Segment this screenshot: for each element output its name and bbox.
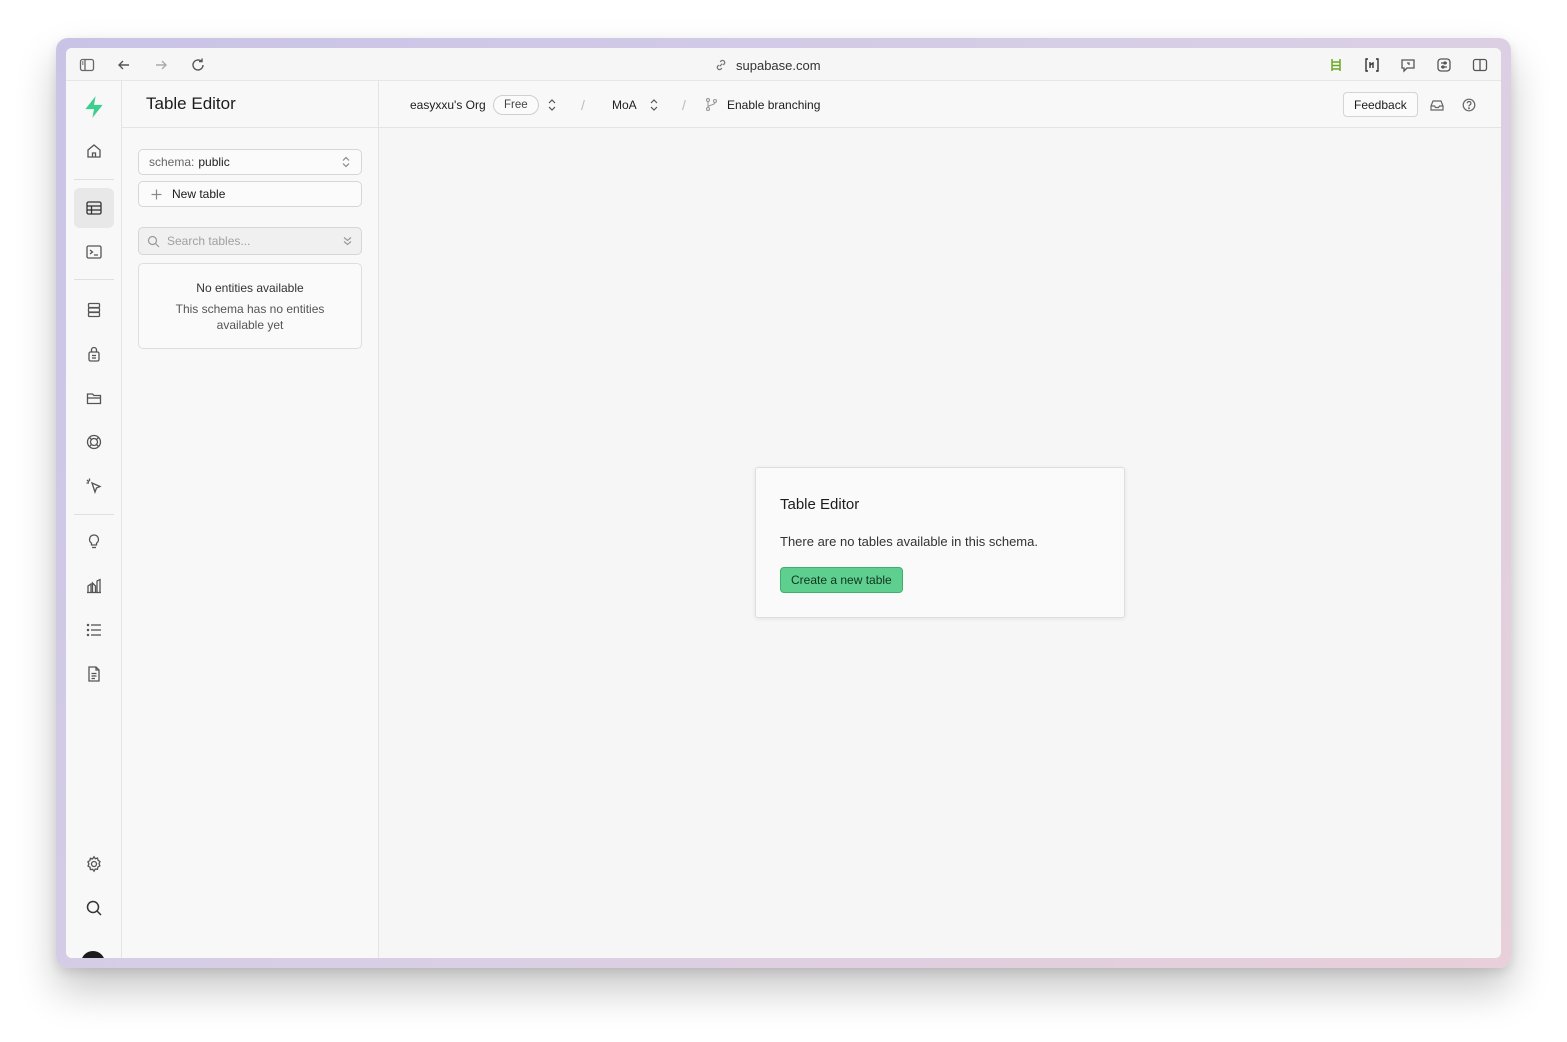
org-switcher[interactable] — [547, 81, 557, 128]
schema-value: public — [198, 155, 230, 169]
rail-divider — [74, 279, 114, 280]
nav-rail — [66, 81, 122, 958]
sidebar-toggle-icon[interactable] — [78, 56, 96, 74]
url-text: supabase.com — [736, 57, 821, 73]
org-name: easyxxu's Org — [410, 97, 486, 112]
sql-editor-icon[interactable] — [74, 232, 114, 272]
schema-key-label: schema: — [149, 155, 195, 169]
git-branch-icon — [705, 98, 718, 111]
enable-branching-label: Enable branching — [727, 97, 821, 112]
project-name: MoA — [612, 97, 637, 112]
extension-sliders-icon[interactable] — [1435, 56, 1453, 74]
enable-branching-button[interactable]: Enable branching — [705, 81, 820, 128]
link-icon — [716, 59, 726, 71]
main-content: Table Editor There are no tables availab… — [379, 128, 1501, 958]
api-docs-icon[interactable] — [74, 654, 114, 694]
extension-chat-icon[interactable] — [1399, 56, 1417, 74]
plan-badge-wrap: Free — [493, 81, 539, 128]
forward-arrow-icon[interactable] — [152, 56, 170, 74]
edge-functions-icon[interactable] — [74, 466, 114, 506]
user-avatar[interactable] — [81, 951, 105, 958]
schema-selector[interactable]: schema: public — [138, 149, 362, 175]
settings-icon[interactable] — [74, 844, 114, 884]
supabase-logo-icon[interactable] — [74, 87, 114, 127]
search-icon — [147, 235, 160, 247]
advisors-icon[interactable] — [74, 522, 114, 562]
project-selector[interactable]: MoA — [612, 81, 637, 128]
feedback-button[interactable]: Feedback — [1343, 92, 1418, 117]
split-view-icon[interactable] — [1471, 56, 1489, 74]
user-avatar-icon — [85, 955, 101, 958]
empty-schema-title: Table Editor — [780, 496, 860, 513]
search-tables-input[interactable] — [167, 234, 327, 248]
panel-title: Table Editor — [122, 81, 378, 128]
breadcrumb-separator: / — [581, 96, 585, 113]
chevron-up-down-icon — [548, 98, 556, 111]
new-table-button[interactable]: New table — [138, 181, 362, 207]
browser-toolbar: supabase.com — [66, 48, 1501, 81]
logs-icon[interactable] — [74, 610, 114, 650]
browser-window: supabase.com Table Editor schema: public… — [66, 48, 1501, 958]
extension-bracket-icon[interactable] — [1363, 56, 1381, 74]
search-icon[interactable] — [74, 888, 114, 928]
table-editor-icon[interactable] — [74, 188, 114, 228]
empty-entities-card: No entities available This schema has no… — [138, 263, 362, 349]
plan-badge: Free — [493, 94, 539, 115]
new-table-label: New table — [172, 187, 226, 201]
address-bar[interactable]: supabase.com — [714, 56, 821, 74]
rail-divider — [74, 179, 114, 180]
home-icon[interactable] — [74, 131, 114, 171]
empty-entities-description: This schema has no entities available ye… — [175, 302, 325, 332]
table-editor-panel: Table Editor schema: public New table No… — [122, 81, 379, 958]
org-selector[interactable]: easyxxu's Org — [410, 81, 486, 128]
create-new-table-button[interactable]: Create a new table — [780, 567, 903, 593]
plus-icon — [151, 189, 162, 199]
extension-ladder-icon[interactable] — [1327, 56, 1345, 74]
breadcrumb-separator: / — [682, 96, 686, 113]
realtime-icon[interactable] — [74, 422, 114, 462]
storage-icon[interactable] — [74, 378, 114, 418]
back-arrow-icon[interactable] — [115, 56, 133, 74]
chevron-up-down-icon — [650, 98, 658, 111]
reload-icon[interactable] — [189, 56, 207, 74]
empty-schema-message: There are no tables available in this sc… — [780, 534, 1038, 549]
inbox-icon[interactable] — [1429, 97, 1445, 113]
database-icon[interactable] — [74, 290, 114, 330]
chevron-up-down-icon — [342, 156, 350, 168]
empty-entities-title: No entities available — [196, 281, 304, 295]
reports-icon[interactable] — [74, 566, 114, 606]
search-tables-box[interactable] — [138, 227, 362, 255]
rail-divider — [74, 514, 114, 515]
help-icon[interactable] — [1461, 97, 1477, 113]
authentication-icon[interactable] — [74, 334, 114, 374]
project-switcher[interactable] — [649, 81, 659, 128]
top-navigation: easyxxu's Org Free / MoA / Enable branch… — [379, 81, 1501, 128]
chevrons-down-icon[interactable] — [342, 235, 353, 247]
empty-schema-card: Table Editor There are no tables availab… — [755, 467, 1125, 618]
